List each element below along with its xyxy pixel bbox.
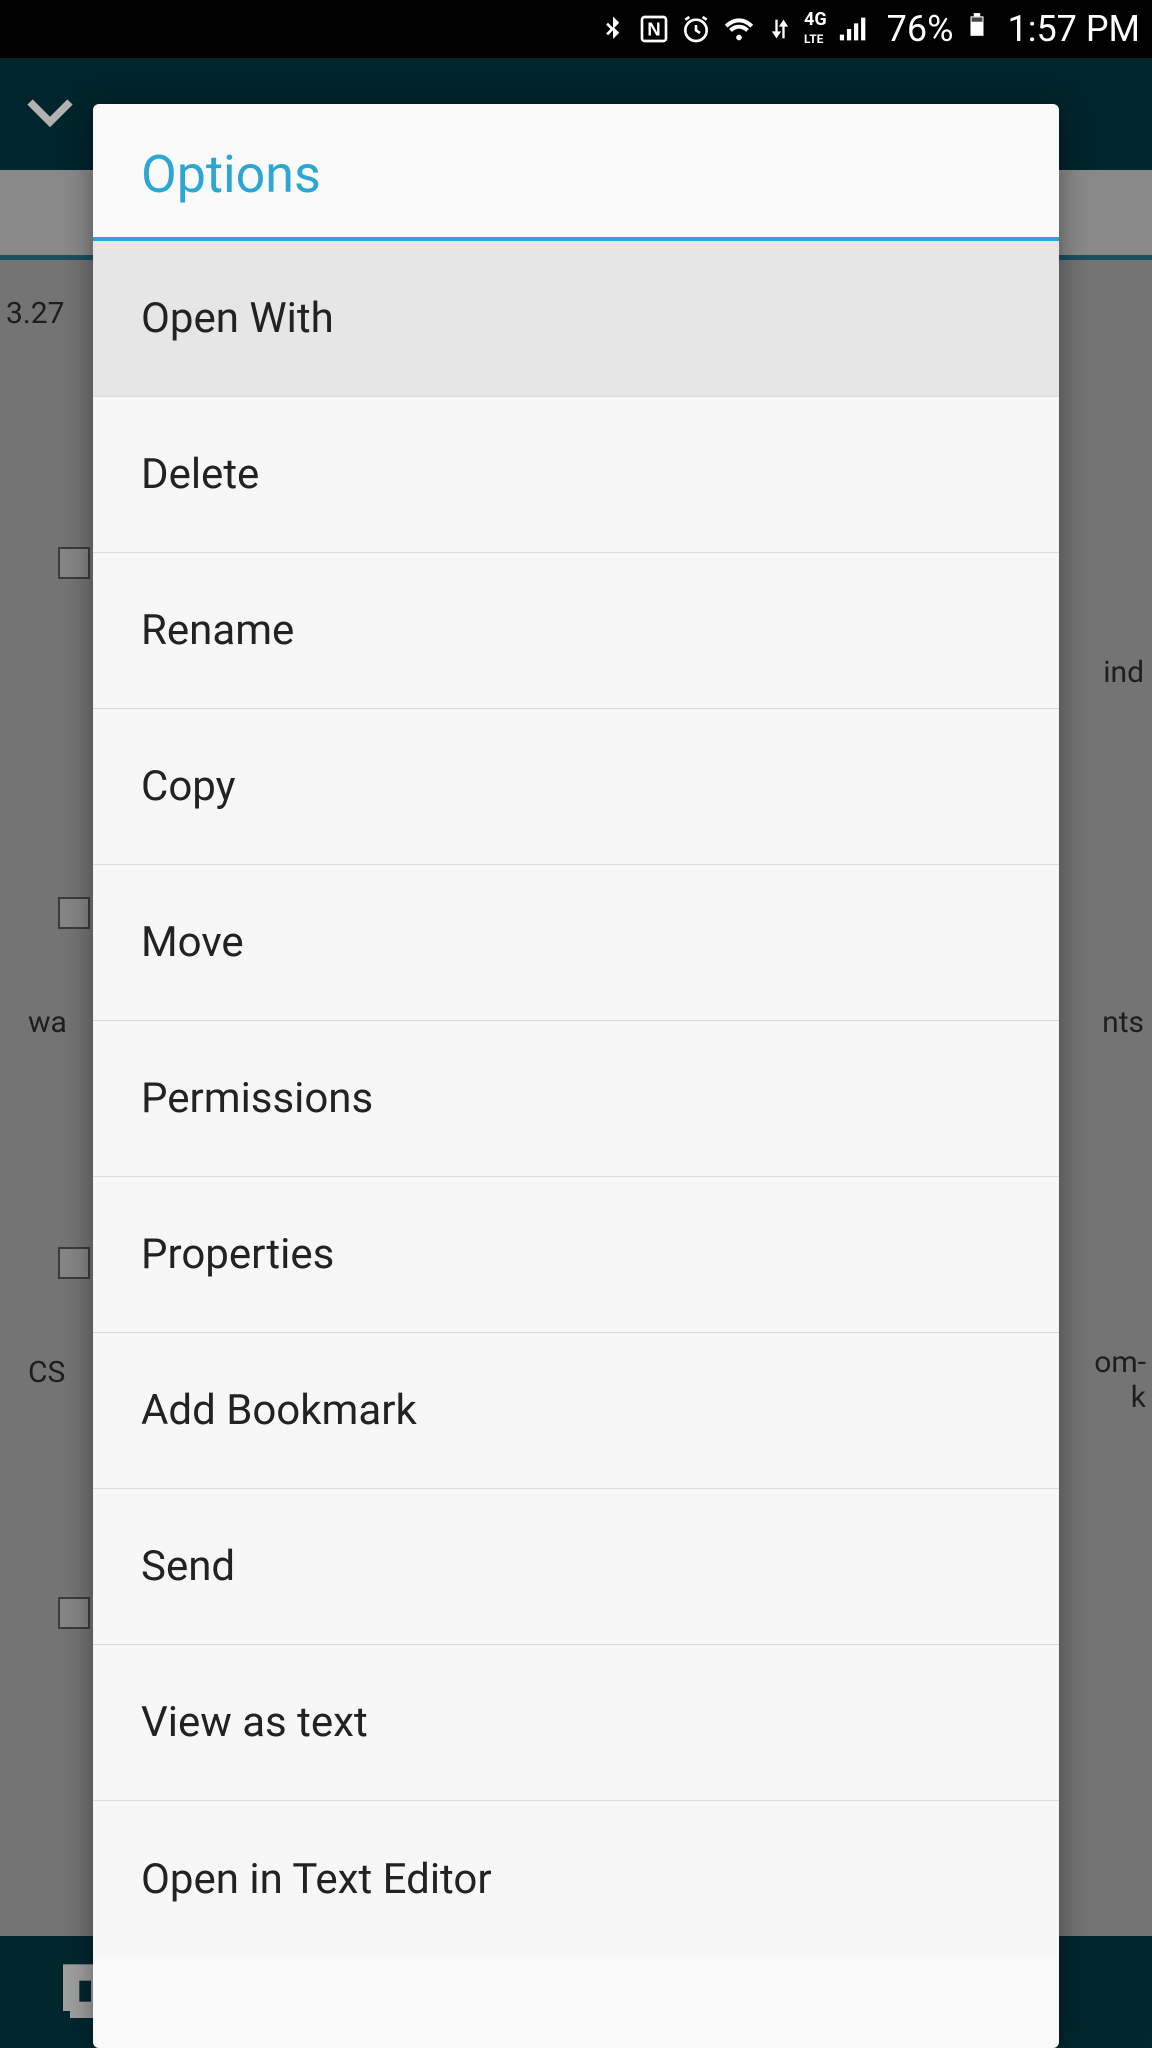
network-type-label: 4GLTE (804, 11, 827, 47)
svg-text:N: N (647, 19, 660, 40)
wifi-icon (722, 12, 756, 46)
status-bar: N 4GLTE 76% 1:57 PM (0, 0, 1152, 58)
option-label: Permissions (141, 1074, 373, 1123)
nfc-icon: N (638, 13, 670, 45)
option-view-as-text[interactable]: View as text (93, 1645, 1059, 1801)
option-label: Rename (141, 606, 294, 655)
dialog-title: Options (93, 104, 1059, 241)
cell-signal-icon (837, 12, 871, 46)
bluetooth-icon (598, 14, 628, 44)
option-label: View as text (141, 1698, 368, 1747)
option-label: Properties (141, 1230, 334, 1279)
option-send[interactable]: Send (93, 1489, 1059, 1645)
option-label: Open With (141, 294, 334, 343)
data-arrows-icon (766, 15, 794, 43)
option-add-bookmark[interactable]: Add Bookmark (93, 1333, 1059, 1489)
clock: 1:57 PM (1008, 8, 1141, 50)
status-icons: N 4GLTE (598, 11, 871, 47)
option-label: Send (141, 1542, 235, 1591)
option-open-with[interactable]: Open With (93, 241, 1059, 397)
option-open-in-text-editor[interactable]: Open in Text Editor (93, 1801, 1059, 1957)
options-list: Open With Delete Rename Copy Move Permissions… (93, 241, 1059, 1957)
option-label: Add Bookmark (141, 1386, 417, 1435)
option-label: Copy (141, 762, 236, 811)
option-label: Delete (141, 450, 259, 499)
option-copy[interactable]: Copy (93, 709, 1059, 865)
battery-percentage: 76% (887, 8, 954, 50)
option-label: Move (141, 918, 244, 967)
option-permissions[interactable]: Permissions (93, 1021, 1059, 1177)
alarm-icon (680, 13, 712, 45)
option-label: Open in Text Editor (141, 1855, 492, 1904)
option-delete[interactable]: Delete (93, 397, 1059, 553)
option-properties[interactable]: Properties (93, 1177, 1059, 1333)
option-move[interactable]: Move (93, 865, 1059, 1021)
options-dialog: Options Open With Delete Rename Copy Move Per… (93, 104, 1059, 2048)
option-rename[interactable]: Rename (93, 553, 1059, 709)
battery-icon (964, 6, 990, 53)
